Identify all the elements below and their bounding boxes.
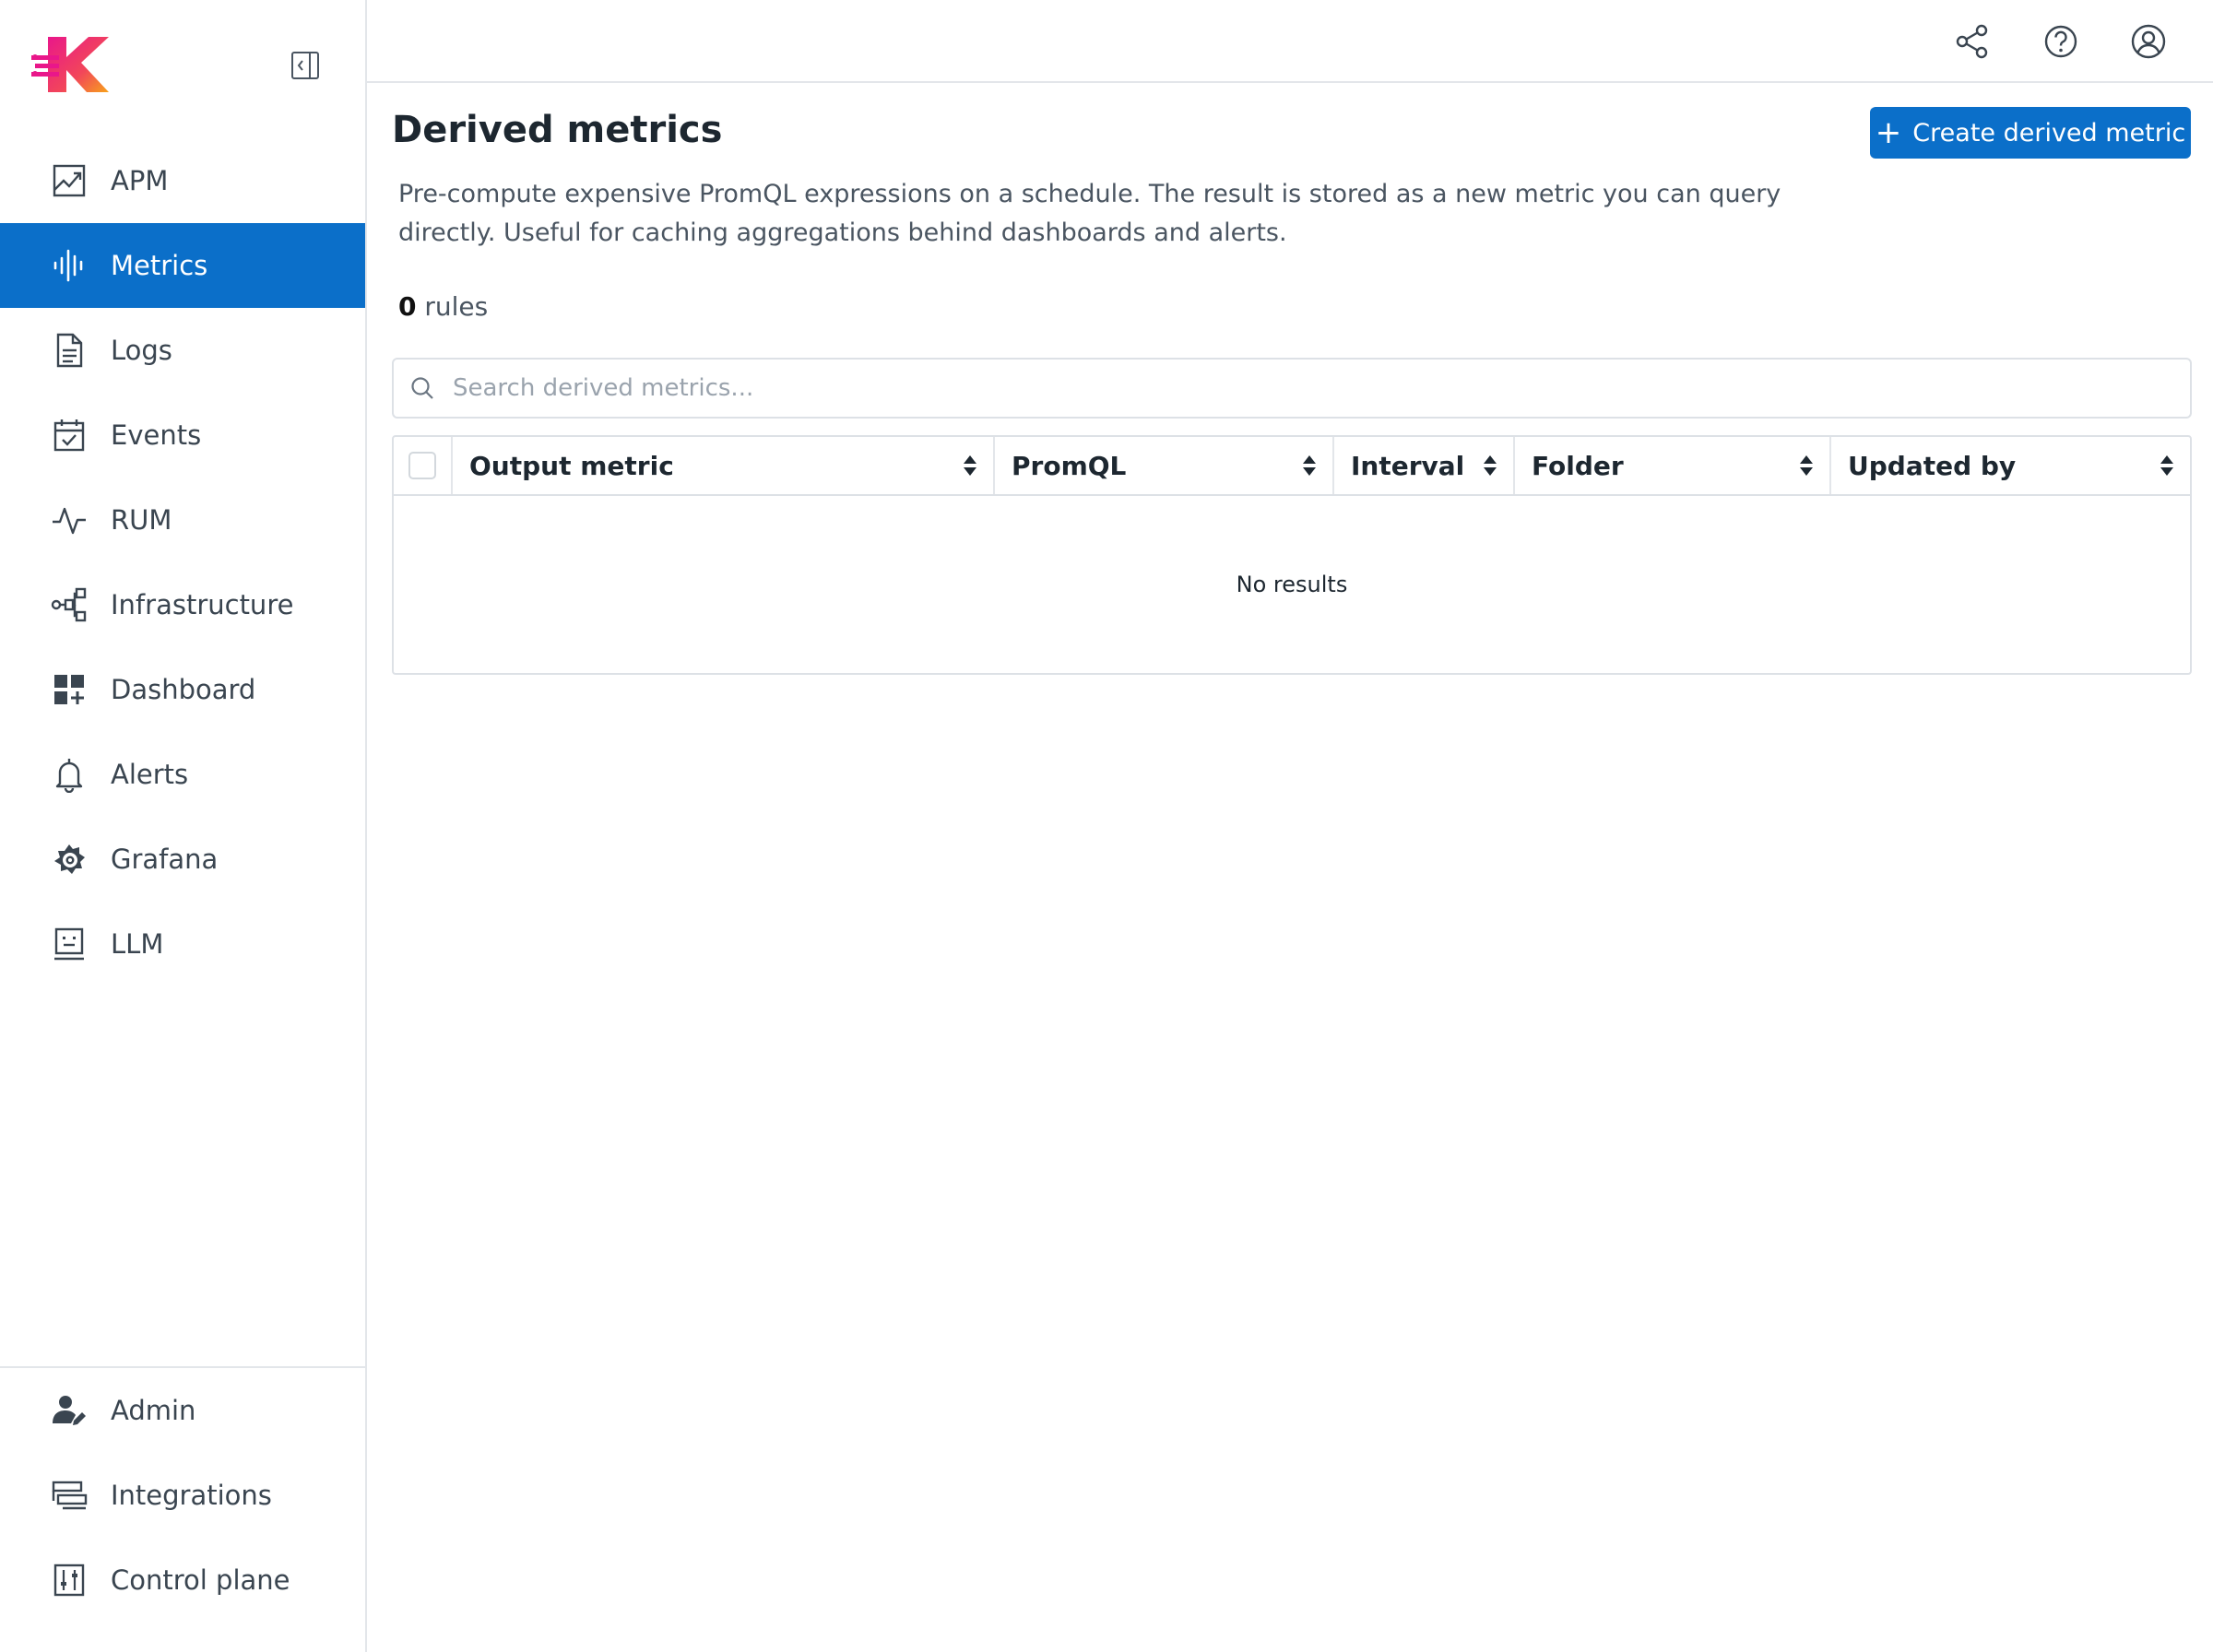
dashboard-grid-icon [50, 670, 89, 709]
search-box [392, 358, 2192, 419]
sidebar-item-rum[interactable]: RUM [0, 478, 365, 562]
sidebar-item-events[interactable]: Events [0, 393, 365, 478]
network-nodes-icon [50, 585, 89, 624]
pulse-icon [50, 501, 89, 539]
column-header-updated-by[interactable]: Updated by [1831, 437, 2190, 494]
sort-icon[interactable] [1482, 454, 1498, 478]
calendar-check-icon [50, 416, 89, 454]
rules-count-number: 0 [398, 291, 417, 322]
sort-icon[interactable] [1301, 454, 1318, 478]
derived-metrics-table: Output metric PromQL Interval Folder Upd… [392, 435, 2192, 675]
page-title: Derived metrics [392, 109, 723, 151]
sidebar-item-admin[interactable]: Admin [0, 1368, 365, 1453]
bell-icon [50, 755, 89, 794]
sidebar: APM Metrics Logs Events RUM Infrastructu… [0, 0, 367, 1652]
sliders-icon [50, 1561, 89, 1599]
page-description: Pre-compute expensive PromQL expressions… [398, 180, 1781, 247]
robot-face-icon [50, 925, 89, 963]
sidebar-item-label: Events [111, 419, 202, 451]
sidebar-item-apm[interactable]: APM [0, 138, 365, 223]
sidebar-item-label: Dashboard [111, 674, 256, 705]
table-header: Output metric PromQL Interval Folder Upd… [394, 437, 2190, 496]
sidebar-item-label: RUM [111, 504, 172, 536]
column-label: Interval [1351, 450, 1465, 481]
apm-chart-icon [50, 161, 89, 200]
rules-count-label: rules [424, 291, 489, 322]
top-bar [367, 0, 2213, 83]
bottom-nav: Admin Integrations Control plane [0, 1366, 365, 1622]
sidebar-item-alerts[interactable]: Alerts [0, 732, 365, 817]
column-label: Folder [1532, 450, 1624, 481]
sidebar-item-llm[interactable]: LLM [0, 902, 365, 986]
sort-icon[interactable] [1798, 454, 1815, 478]
document-icon [50, 331, 89, 370]
column-label: Updated by [1848, 450, 2017, 481]
column-header-output-metric[interactable]: Output metric [453, 437, 995, 494]
column-header-interval[interactable]: Interval [1334, 437, 1515, 494]
sort-icon[interactable] [962, 454, 978, 478]
user-edit-icon [50, 1391, 89, 1430]
sidebar-item-label: APM [111, 165, 169, 196]
plus-icon: + [1875, 114, 1902, 151]
sidebar-item-control-plane[interactable]: Control plane [0, 1538, 365, 1622]
sidebar-item-label: Logs [111, 335, 172, 366]
sidebar-item-integrations[interactable]: Integrations [0, 1453, 365, 1538]
select-all-cell [394, 437, 453, 494]
sidebar-item-dashboard[interactable]: Dashboard [0, 647, 365, 732]
empty-state: No results [1236, 572, 1348, 597]
create-derived-metric-button[interactable]: + Create derived metric [1870, 107, 2191, 159]
column-label: Output metric [469, 450, 674, 481]
column-label: PromQL [1012, 450, 1127, 481]
sidebar-item-label: Admin [111, 1395, 196, 1426]
sidebar-item-label: Control plane [111, 1564, 290, 1596]
waveform-icon [50, 246, 89, 285]
sidebar-item-infrastructure[interactable]: Infrastructure [0, 562, 365, 647]
sidebar-item-grafana[interactable]: Grafana [0, 817, 365, 902]
sidebar-item-label: Alerts [111, 759, 189, 790]
sidebar-item-label: Infrastructure [111, 589, 294, 620]
sidebar-item-label: Grafana [111, 844, 219, 875]
help-icon[interactable] [2041, 22, 2080, 61]
column-header-promql[interactable]: PromQL [995, 437, 1334, 494]
sidebar-item-logs[interactable]: Logs [0, 308, 365, 393]
sidebar-item-label: Integrations [111, 1480, 272, 1511]
share-icon[interactable] [1953, 22, 1992, 61]
sidebar-item-label: LLM [111, 928, 164, 960]
create-button-label: Create derived metric [1912, 118, 2186, 148]
integrations-icon [50, 1476, 89, 1515]
main-nav: APM Metrics Logs Events RUM Infrastructu… [0, 138, 365, 986]
sidebar-item-label: Metrics [111, 250, 208, 281]
sidebar-item-metrics[interactable]: Metrics [0, 223, 365, 308]
brand-logo[interactable] [31, 33, 111, 96]
sort-icon[interactable] [2159, 454, 2175, 478]
grafana-icon [50, 840, 89, 879]
select-all-checkbox[interactable] [408, 452, 436, 479]
user-account-icon[interactable] [2129, 22, 2168, 61]
search-input[interactable] [453, 374, 2190, 402]
search-icon [411, 377, 433, 399]
collapse-sidebar-icon[interactable] [290, 50, 321, 81]
rules-count: 0 rules [398, 291, 488, 322]
column-header-folder[interactable]: Folder [1515, 437, 1831, 494]
